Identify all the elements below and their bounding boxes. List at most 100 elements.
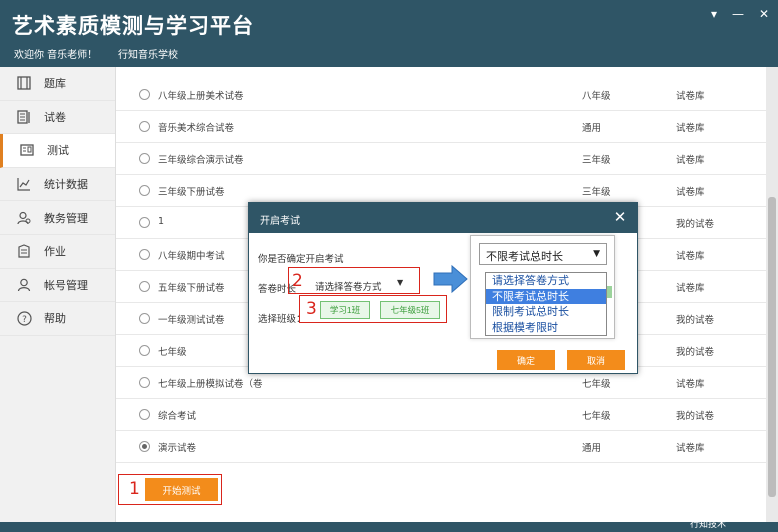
step-number: 3 (306, 299, 317, 319)
close-icon[interactable]: ✕ (611, 208, 629, 226)
row-radio[interactable] (139, 313, 150, 324)
paper-type: 试卷库 (676, 123, 705, 134)
annotation-box-step-3: 3 学习1班 七年级5班 (299, 295, 447, 323)
paper-name: 七年级上册模拟试卷（卷 (158, 379, 263, 390)
paper-type: 试卷库 (676, 155, 705, 166)
table-row[interactable]: 音乐美术综合试卷 通用 试卷库 (116, 111, 766, 143)
confirm-button[interactable]: 确定 (497, 350, 555, 370)
sidebar-item-label: 教务管理 (44, 211, 88, 225)
sidebar-item-test[interactable]: 测试 (0, 134, 115, 168)
paper-name: 演示试卷 (158, 443, 197, 454)
class-option-button[interactable]: 学习1班 (320, 301, 370, 319)
chart-icon (16, 176, 32, 192)
paper-grade: 通用 (582, 443, 602, 454)
class-option-button[interactable]: 七年级5班 (380, 301, 440, 319)
sidebar-item-label: 帐号管理 (44, 278, 88, 292)
school-name: 行知音乐学校 (118, 50, 178, 61)
row-radio[interactable] (139, 345, 150, 356)
row-radio[interactable] (139, 249, 150, 260)
sidebar-item-academic[interactable]: 教务管理 (0, 201, 115, 235)
paper-grade: 三年级 (582, 155, 611, 166)
row-radio[interactable] (139, 281, 150, 292)
dropdown-option[interactable]: 请选择答卷方式 (486, 273, 606, 289)
sidebar-item-paper[interactable]: 试卷 (0, 101, 115, 135)
window-menu-button[interactable]: ▾ (706, 6, 722, 22)
row-radio[interactable] (139, 441, 150, 452)
dialog-title: 开启考试 (260, 216, 300, 227)
paper-type: 试卷库 (676, 443, 705, 454)
step-number: 2 (292, 271, 303, 291)
start-test-button[interactable]: 开始测试 (145, 478, 218, 501)
homework-icon (16, 243, 32, 259)
paper-name: 1 (158, 216, 165, 227)
row-radio[interactable] (139, 153, 150, 164)
window-minimize-button[interactable]: — (730, 6, 746, 22)
welcome-text: 欢迎你 音乐老师！ (14, 50, 98, 61)
selected-value: 不限考试总时长 (486, 250, 563, 263)
row-radio[interactable] (139, 185, 150, 196)
sidebar-item-label: 试卷 (44, 110, 66, 124)
paper-name: 八年级上册美术试卷 (158, 91, 244, 102)
table-row[interactable]: 三年级综合演示试卷 三年级 试卷库 (116, 143, 766, 175)
table-row[interactable]: 演示试卷 通用 试卷库 (116, 431, 766, 463)
paper-grade: 三年级 (582, 187, 611, 198)
chevron-down-icon: ▼ (593, 249, 600, 259)
cancel-button[interactable]: 取消 (567, 350, 625, 370)
paper-type: 试卷库 (676, 91, 705, 102)
help-icon: ? (16, 310, 32, 326)
popup-edge-decoration (607, 286, 612, 298)
sidebar-item-account[interactable]: 帐号管理 (0, 269, 115, 303)
paper-type: 我的试卷 (676, 347, 715, 358)
row-radio[interactable] (139, 409, 150, 420)
dropdown-options: 请选择答卷方式 不限考试总时长 限制考试总时长 根据模考限时 (485, 272, 607, 336)
sidebar: 题库 试卷 测试 统计数据 教务管理 作业 帐号管理 ? 帮助 (0, 67, 116, 522)
watermark-logo (638, 476, 756, 518)
dropdown-option-highlighted[interactable]: 不限考试总时长 (486, 288, 606, 304)
row-radio[interactable] (139, 377, 150, 388)
paper-type: 试卷库 (676, 379, 705, 390)
dialog-header: 开启考试 ✕ (249, 203, 637, 233)
users-icon (16, 210, 32, 226)
row-radio[interactable] (139, 89, 150, 100)
paper-grade: 七年级 (582, 379, 611, 390)
test-icon (19, 142, 35, 158)
sidebar-item-label: 测试 (47, 144, 69, 158)
paper-grade: 八年级 (582, 91, 611, 102)
dropdown-option[interactable]: 限制考试总时长 (486, 304, 606, 320)
row-radio[interactable] (139, 217, 150, 228)
sidebar-item-question-bank[interactable]: 题库 (0, 67, 115, 101)
paper-name: 一年级测试试卷 (158, 315, 225, 326)
paper-name: 三年级综合演示试卷 (158, 155, 244, 166)
scrollbar-thumb[interactable] (768, 197, 776, 497)
paper-type: 试卷库 (676, 187, 705, 198)
table-row[interactable]: 综合考试 七年级 我的试卷 (116, 399, 766, 431)
paper-name: 八年级期中考试 (158, 251, 225, 262)
duration-select[interactable]: 请选择答卷方式 (315, 279, 382, 293)
list-scrollbar[interactable] (766, 67, 778, 522)
dropdown-option[interactable]: 根据模考限时 (486, 320, 606, 336)
sidebar-item-statistics[interactable]: 统计数据 (0, 168, 115, 202)
window-close-button[interactable]: ✕ (756, 6, 772, 22)
paper-name: 五年级下册试卷 (158, 283, 225, 294)
sidebar-item-homework[interactable]: 作业 (0, 235, 115, 269)
paper-type: 我的试卷 (676, 411, 715, 422)
watermark-text: 行知技术 (690, 520, 727, 530)
paper-type: 试卷库 (676, 283, 705, 294)
chevron-down-icon: ▼ (397, 278, 404, 287)
sidebar-item-label: 题库 (44, 77, 66, 91)
confirm-question: 你是否确定开启考试 (258, 254, 344, 265)
paper-name: 三年级下册试卷 (158, 187, 225, 198)
app-header: 艺术素质模测与学习平台 欢迎你 音乐老师！ 行知音乐学校 ▾ — ✕ (0, 0, 778, 67)
annotation-box-step-2: 2 请选择答卷方式 ▼ (288, 267, 420, 294)
duration-select-expanded[interactable]: 不限考试总时长 ▼ (479, 243, 607, 265)
paper-name: 七年级 (158, 347, 187, 358)
app-title: 艺术素质模测与学习平台 (12, 14, 254, 38)
row-radio[interactable] (139, 121, 150, 132)
paper-grade: 通用 (582, 123, 602, 134)
paper-grade: 七年级 (582, 411, 611, 422)
sidebar-item-help[interactable]: ? 帮助 (0, 302, 115, 336)
user-icon (16, 277, 32, 293)
paper-icon (16, 109, 32, 125)
table-row[interactable]: 八年级上册美术试卷 八年级 试卷库 (116, 79, 766, 111)
paper-type: 我的试卷 (676, 219, 715, 230)
